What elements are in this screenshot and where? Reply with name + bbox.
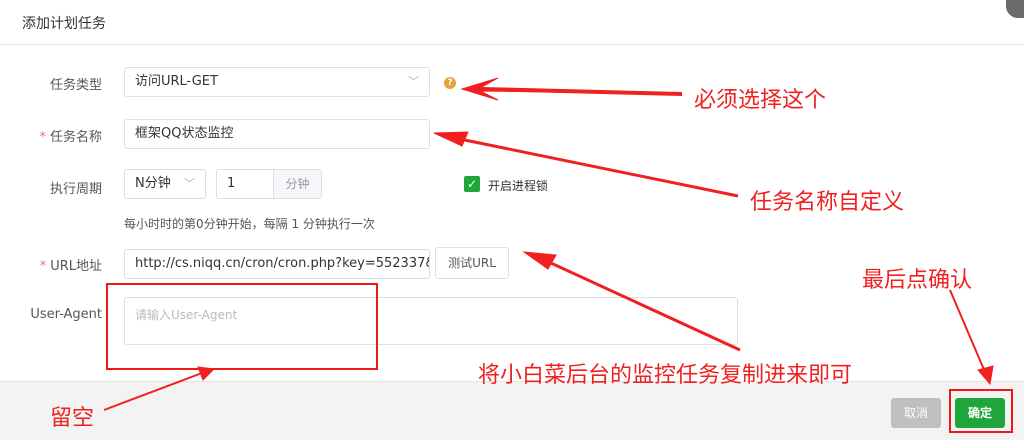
dialog-title: 添加计划任务 <box>22 16 106 32</box>
period-number-input[interactable]: 1 <box>216 169 274 199</box>
chevron-down-icon: ﹀ <box>184 177 195 190</box>
url-label: * URL地址 <box>2 255 102 274</box>
confirm-highlight-box <box>949 389 1013 433</box>
help-icon[interactable]: ? <box>444 77 456 89</box>
task-name-value: 框架QQ状态监控 <box>135 126 234 141</box>
user-agent-highlight-box <box>106 283 378 370</box>
period-hint: 每小时时的第0分钟开始，每隔 1 分钟执行一次 <box>124 217 375 231</box>
user-agent-label: User-Agent <box>30 307 102 322</box>
period-unit-select[interactable]: N分钟 ﹀ <box>124 169 206 199</box>
required-mark: * <box>39 259 47 274</box>
task-name-input[interactable]: 框架QQ状态监控 <box>124 119 430 149</box>
annotation-copy-task: 将小白菜后台的监控任务复制进来即可 <box>478 363 853 388</box>
process-lock-label: 开启进程锁 <box>488 179 549 193</box>
task-type-label: 任务类型 <box>49 78 102 93</box>
annotation-must-select: 必须选择这个 <box>694 88 827 113</box>
annotation-leave-empty: 留空 <box>50 406 95 431</box>
process-lock-checkbox[interactable]: ✓ <box>464 176 480 192</box>
task-name-label-text: 任务名称 <box>49 130 102 145</box>
task-type-value: 访问URL-GET <box>135 74 218 89</box>
period-unit-suffix: 分钟 <box>274 169 322 199</box>
annotation-final-confirm: 最后点确认 <box>862 268 973 293</box>
dialog-header: 添加计划任务 <box>0 0 1024 45</box>
period-label: 执行周期 <box>49 182 102 197</box>
period-unit-value: N分钟 <box>135 176 171 191</box>
chevron-down-icon: ﹀ <box>408 75 419 88</box>
cancel-button[interactable]: 取消 <box>891 398 941 428</box>
url-value: http://cs.niqq.cn/cron/cron.php?key=5523… <box>135 256 430 271</box>
task-type-select[interactable]: 访问URL-GET ﹀ <box>124 67 430 97</box>
url-input[interactable]: http://cs.niqq.cn/cron/cron.php?key=5523… <box>124 249 430 279</box>
test-url-button[interactable]: 测试URL <box>435 247 509 279</box>
url-label-text: URL地址 <box>50 259 102 274</box>
period-number-value: 1 <box>227 176 236 191</box>
close-icon[interactable] <box>1006 0 1024 18</box>
dialog-footer: 取消 确定 <box>0 381 1024 440</box>
annotation-name-custom: 任务名称自定义 <box>750 190 905 215</box>
required-mark: * <box>39 130 46 145</box>
task-name-label: * 任务名称 <box>2 126 102 145</box>
